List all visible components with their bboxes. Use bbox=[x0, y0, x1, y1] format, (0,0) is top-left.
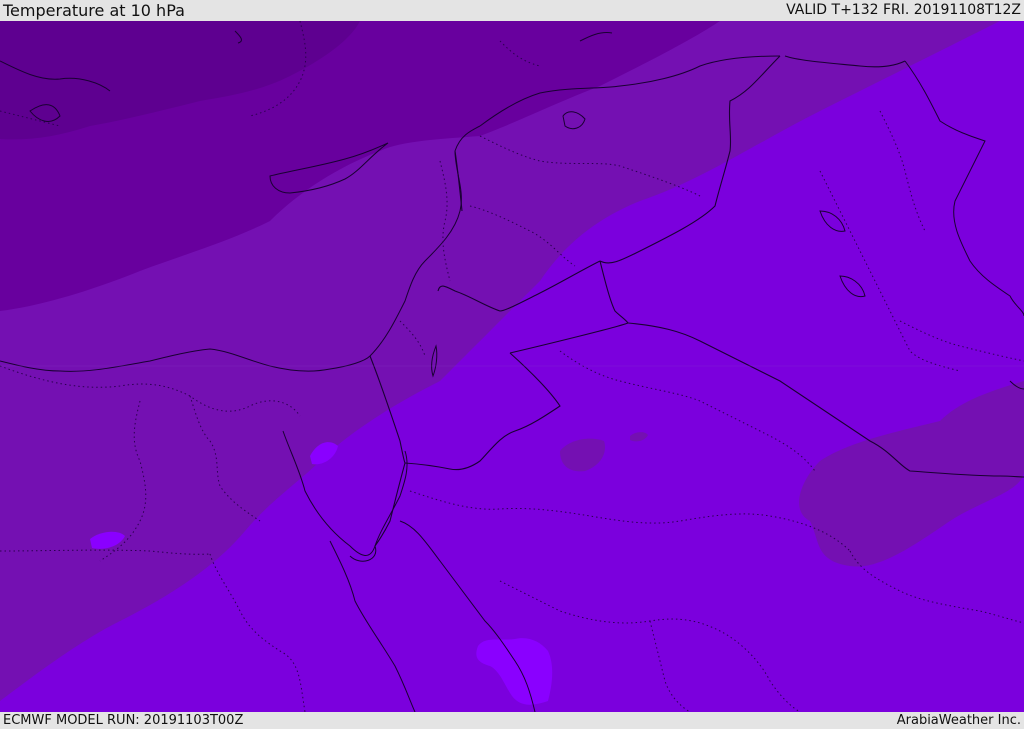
model-run-label: ECMWF MODEL RUN: 20191103T00Z bbox=[3, 713, 244, 728]
map-canvas bbox=[0, 21, 1024, 712]
map-title: Temperature at 10 hPa bbox=[3, 1, 185, 20]
footer-bar: ECMWF MODEL RUN: 20191103T00Z ArabiaWeat… bbox=[0, 712, 1024, 729]
temperature-map bbox=[0, 21, 1024, 712]
credit-label: ArabiaWeather Inc. bbox=[896, 713, 1021, 728]
valid-time: VALID T+132 FRI. 20191108T12Z bbox=[786, 2, 1021, 18]
header-bar: Temperature at 10 hPa VALID T+132 FRI. 2… bbox=[0, 0, 1024, 21]
weather-map-frame: Temperature at 10 hPa VALID T+132 FRI. 2… bbox=[0, 0, 1024, 729]
